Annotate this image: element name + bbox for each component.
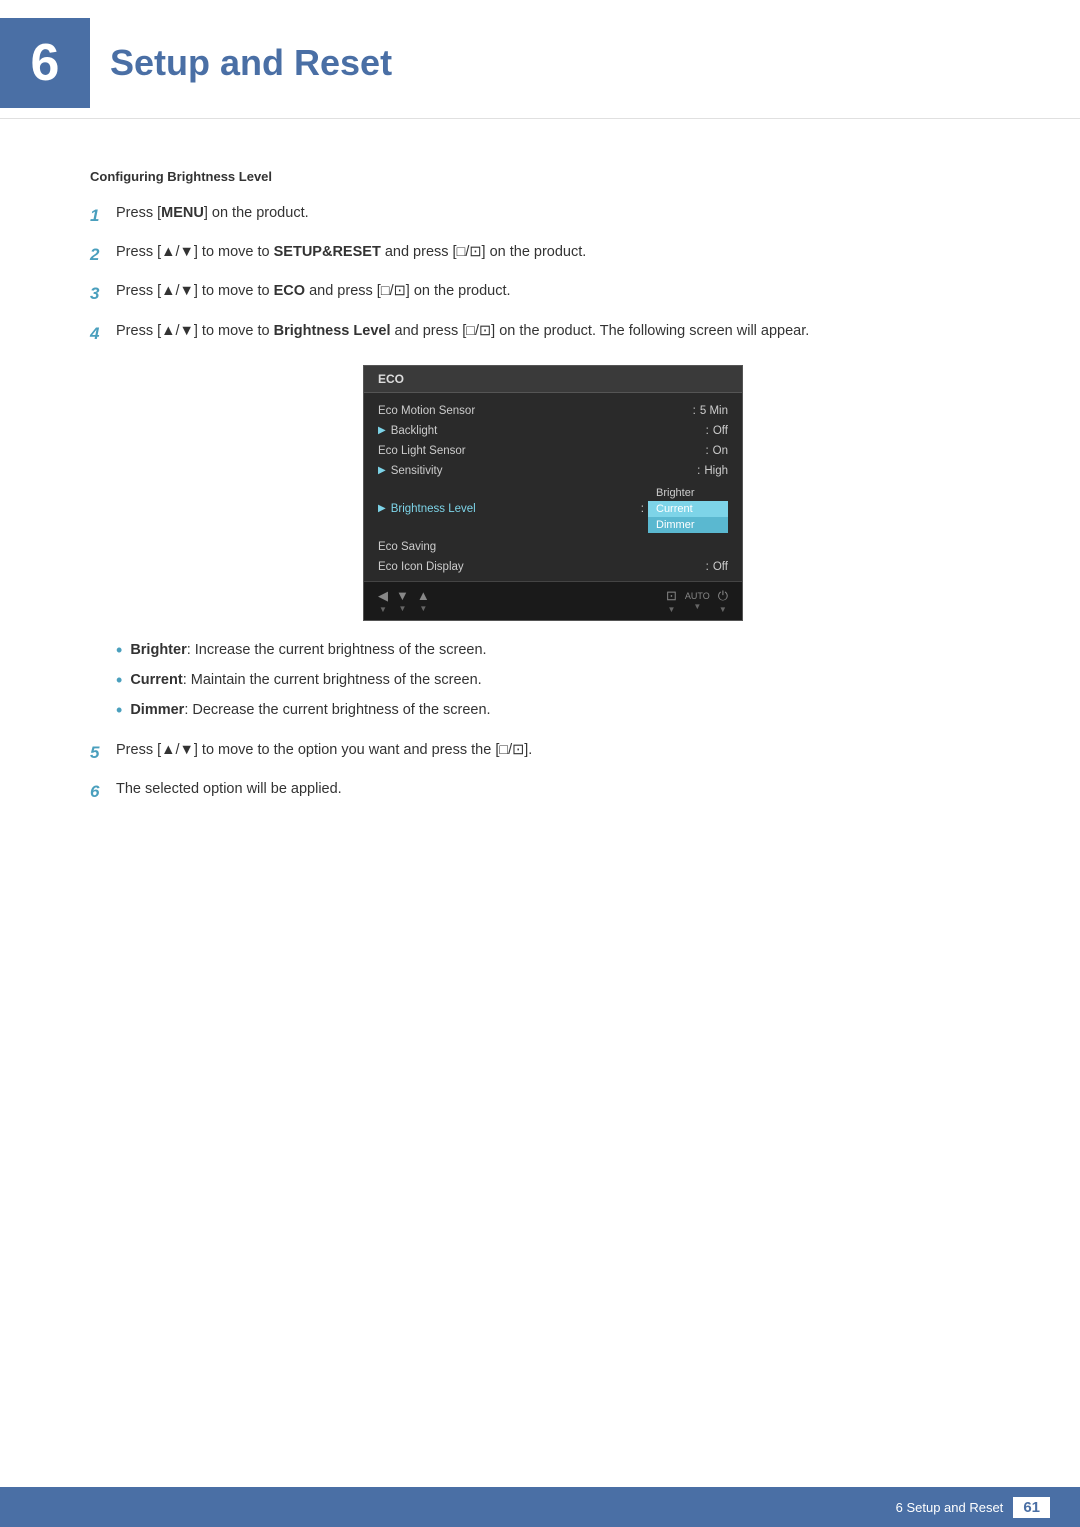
bullet-current: • Current: Maintain the current brightne… [116,669,990,693]
arrow-sensitivity: ▶ [378,465,386,476]
page-footer: 6 Setup and Reset 61 [0,1487,1080,1527]
power-icon: ⏻ [718,588,728,604]
step-1: 1 Press [MENU] on the product. [90,202,990,229]
row-label-eco-saving: Eco Saving [378,541,728,553]
screen-row-sensitivity: ▶Sensitivity : High [364,461,742,481]
screen-title: ECO [364,366,742,393]
bottom-icon-left: ◀ ▼ [378,588,388,614]
bottom-icon-down: ▼ ▼ [396,588,409,613]
step-text-2: Press [▲/▼] to move to SETUP&RESET and p… [116,241,990,265]
step-6: 6 The selected option will be applied. [90,778,990,805]
auto-label: AUTO [685,591,710,601]
step-4: 4 Press [▲/▼] to move to Brightness Leve… [90,320,990,347]
step-number-6: 6 [90,778,116,805]
up-arrow-icon: ▲ [417,588,430,603]
step-number-5: 5 [90,739,116,766]
screen-row-eco-saving: Eco Saving [364,537,742,557]
steps-list-2: 5 Press [▲/▼] to move to the option you … [90,739,990,805]
monitor-label: ▼ [667,605,675,614]
row-value-eco-motion: 5 Min [700,405,728,417]
down-arrow-label: ▼ [398,604,406,613]
page-header: 6 Setup and Reset [0,0,1080,119]
step-3: 3 Press [▲/▼] to move to ECO and press [… [90,280,990,307]
left-arrow-label: ▼ [379,605,387,614]
bullet-list: • Brighter: Increase the current brightn… [116,639,990,723]
arrow-brightness: ▶ [378,503,386,514]
bottom-icons-left: ◀ ▼ ▼ ▼ ▲ ▼ [378,588,430,614]
bullet-text-dimmer: Dimmer: Decrease the current brightness … [130,699,990,723]
row-label-eco-motion: Eco Motion Sensor [378,405,693,417]
step-text-1: Press [MENU] on the product. [116,202,990,226]
bottom-icon-auto: AUTO ▼ [685,591,710,611]
up-arrow-label: ▼ [419,604,427,613]
row-value-eco-icon: Off [713,561,728,573]
screen-row-eco-motion: Eco Motion Sensor : 5 Min [364,401,742,421]
screen-row-backlight: ▶Backlight : Off [364,421,742,441]
row-label-eco-light: Eco Light Sensor [378,445,705,457]
main-content: Configuring Brightness Level 1 Press [ME… [0,159,1080,877]
bottom-icon-power: ⏻ ▼ [718,588,728,614]
arrow-backlight: ▶ [378,425,386,436]
bullet-text-current: Current: Maintain the current brightness… [130,669,990,693]
step-number-2: 2 [90,241,116,268]
step-text-6: The selected option will be applied. [116,778,990,802]
screen-body: Eco Motion Sensor : 5 Min ▶Backlight : O… [364,393,742,620]
step-text-4: Press [▲/▼] to move to Brightness Level … [116,320,990,344]
brightness-dropdown: Brighter Current Dimmer [648,485,728,533]
brightness-option-current: Current [648,501,728,517]
step-number-3: 3 [90,280,116,307]
step-text-3: Press [▲/▼] to move to ECO and press [□/… [116,280,990,304]
monitor-icon: ⊡ [666,588,677,604]
bullet-dot-1: • [116,640,122,662]
bottom-icons-right: ⊡ ▼ AUTO ▼ ⏻ ▼ [666,588,728,614]
row-value-backlight: Off [713,425,728,437]
footer-text: 6 Setup and Reset [896,1500,1004,1515]
screen-bottom-bar: ◀ ▼ ▼ ▼ ▲ ▼ ⊡ [364,581,742,620]
step-number-4: 4 [90,320,116,347]
step-2: 2 Press [▲/▼] to move to SETUP&RESET and… [90,241,990,268]
row-label-eco-icon: Eco Icon Display [378,561,706,573]
bullet-dot-2: • [116,670,122,692]
bottom-icon-up: ▲ ▼ [417,588,430,613]
chapter-number-block: 6 [0,18,90,108]
down-arrow-icon: ▼ [396,588,409,603]
bullet-text-brighter: Brighter: Increase the current brightnes… [130,639,990,663]
row-value-eco-light: On [713,445,728,457]
footer-page-number: 61 [1013,1497,1050,1518]
chapter-title: Setup and Reset [110,42,392,84]
auto-arrow: ▼ [693,602,701,611]
bullet-dot-3: • [116,700,122,722]
brightness-option-dimmer: Dimmer [648,517,728,533]
section-title: Configuring Brightness Level [90,169,990,184]
screen-container: ECO Eco Motion Sensor : 5 Min ▶Backlight… [116,365,990,621]
bullet-dimmer: • Dimmer: Decrease the current brightnes… [116,699,990,723]
row-value-sensitivity: High [704,465,728,477]
left-arrow-icon: ◀ [378,588,388,604]
row-label-brightness: ▶Brightness Level [378,503,641,515]
screen-row-brightness: ▶Brightness Level : Brighter Current Dim… [364,481,742,537]
row-label-backlight: ▶Backlight [378,425,706,437]
bottom-icon-monitor: ⊡ ▼ [666,588,677,614]
power-arrow: ▼ [719,605,727,614]
chapter-number: 6 [31,37,60,89]
bullet-brighter: • Brighter: Increase the current brightn… [116,639,990,663]
screen-mockup: ECO Eco Motion Sensor : 5 Min ▶Backlight… [363,365,743,621]
screen-row-eco-light: Eco Light Sensor : On [364,441,742,461]
step-5: 5 Press [▲/▼] to move to the option you … [90,739,990,766]
step-text-5: Press [▲/▼] to move to the option you wa… [116,739,990,763]
step-number-1: 1 [90,202,116,229]
steps-list: 1 Press [MENU] on the product. 2 Press [… [90,202,990,347]
row-label-sensitivity: ▶Sensitivity [378,465,697,477]
brightness-option-brighter: Brighter [648,485,728,501]
screen-row-eco-icon: Eco Icon Display : Off [364,557,742,577]
